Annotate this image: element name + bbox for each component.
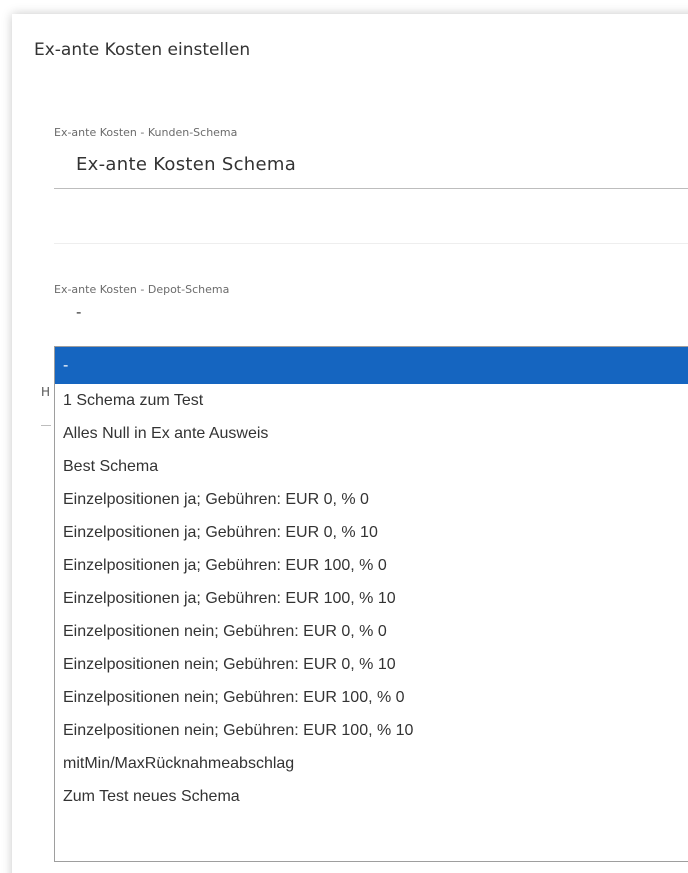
dropdown-option[interactable]: Einzelpositionen nein; Gebühren: EUR 100… [55,681,688,714]
depot-schema-select[interactable]: - [76,303,82,321]
covered-field-label: H [41,385,51,399]
kunden-schema-select[interactable]: Ex-ante Kosten Schema [76,154,296,175]
dropdown-option[interactable]: Einzelpositionen nein; Gebühren: EUR 100… [55,714,688,747]
dropdown-option[interactable]: Einzelpositionen ja; Gebühren: EUR 0, % … [55,483,688,516]
screen: Ex-ante Kosten einstellen Ex-ante Kosten… [0,0,688,873]
kunden-schema-underline [54,188,688,189]
kunden-schema-label: Ex-ante Kosten - Kunden-Schema [54,126,238,139]
depot-schema-dropdown-list[interactable]: - 1 Schema zum Test Alles Null in Ex ant… [54,346,688,862]
dialog-title: Ex-ante Kosten einstellen [34,40,251,60]
dropdown-option[interactable]: 1 Schema zum Test [55,384,688,417]
dropdown-option[interactable]: Einzelpositionen ja; Gebühren: EUR 0, % … [55,516,688,549]
dropdown-option[interactable]: Einzelpositionen ja; Gebühren: EUR 100, … [55,549,688,582]
dropdown-option[interactable]: Zum Test neues Schema [55,780,688,813]
dropdown-option[interactable]: Einzelpositionen ja; Gebühren: EUR 100, … [55,582,688,615]
dropdown-option[interactable]: - [55,347,688,384]
section-divider [54,243,688,244]
dropdown-option[interactable]: Einzelpositionen nein; Gebühren: EUR 0, … [55,648,688,681]
depot-schema-label: Ex-ante Kosten - Depot-Schema [54,283,230,296]
dropdown-option[interactable]: Einzelpositionen nein; Gebühren: EUR 0, … [55,615,688,648]
covered-field-underline [41,425,51,426]
dropdown-option[interactable]: Alles Null in Ex ante Ausweis [55,417,688,450]
dropdown-option[interactable]: mitMin/MaxRücknahmeabschlag [55,747,688,780]
dropdown-option[interactable]: Best Schema [55,450,688,483]
